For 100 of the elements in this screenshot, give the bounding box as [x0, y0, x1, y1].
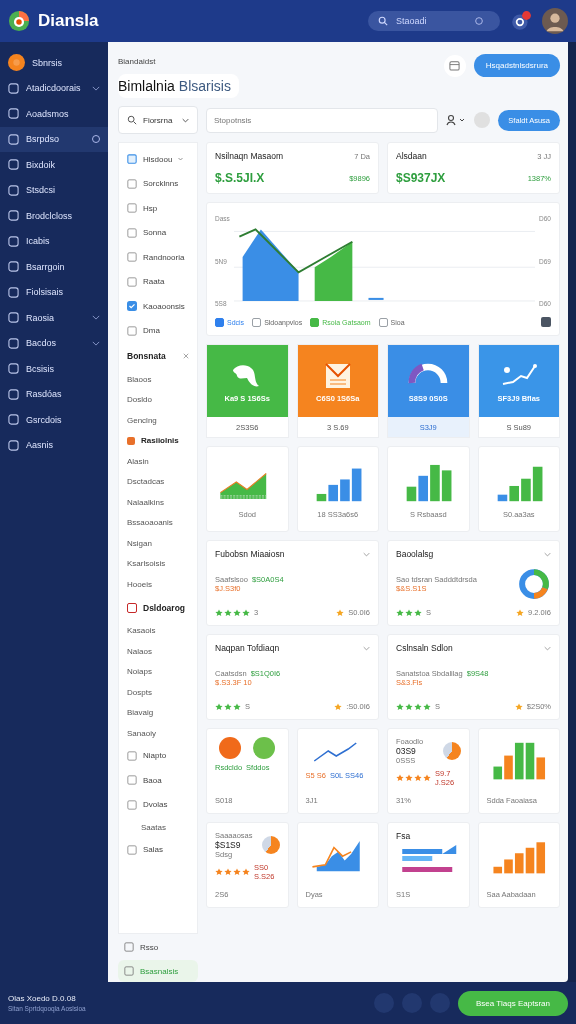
square-icon	[8, 82, 19, 94]
close-icon[interactable]	[183, 353, 189, 359]
square-icon	[8, 439, 19, 451]
nav-item[interactable]: Rsso	[118, 936, 198, 958]
widget-title: Fsa	[396, 831, 412, 841]
nav-item[interactable]: Hlsdoou	[143, 154, 173, 164]
breadcrumb[interactable]: Biandaidst	[118, 57, 156, 66]
sidebar-item[interactable]: Bixdoik	[0, 152, 108, 178]
square-icon	[8, 312, 19, 324]
square-icon	[8, 235, 19, 247]
section-header: Bonsnata	[127, 351, 167, 361]
sidebar-item[interactable]: Bsrpdso	[0, 126, 108, 152]
sidebar-item[interactable]: Gsrcdois	[0, 407, 108, 433]
chevron-down-icon[interactable]	[544, 645, 551, 651]
chevron-down-icon	[182, 117, 189, 123]
nav-item[interactable]: Dosldo	[127, 389, 189, 410]
sidebar-item[interactable]: Aoadsmos	[0, 101, 108, 127]
sidebar-item[interactable]: Aasnis	[0, 432, 108, 458]
nav-item[interactable]: Dsctadcas	[127, 471, 189, 492]
sidebar-item[interactable]: Bsarrgoin	[0, 254, 108, 280]
sidebar-item[interactable]: Sbnrsis	[0, 50, 108, 76]
title-tag: Blsarisis	[178, 78, 231, 94]
section-header: Dsldoarog	[143, 602, 187, 613]
square-icon	[8, 210, 19, 222]
square-icon	[8, 337, 19, 349]
area-series	[314, 241, 353, 301]
square-icon	[124, 966, 134, 976]
notification-icon[interactable]	[510, 10, 532, 32]
widget-value: $S1S9	[215, 840, 242, 850]
nav-item[interactable]: Bssaoaoanis	[127, 512, 189, 533]
product-title: Naqpan Tofdiaqn	[215, 643, 281, 653]
square-icon	[8, 261, 19, 273]
square-icon	[8, 286, 19, 298]
sidebar-item[interactable]: Bcsisis	[0, 356, 108, 382]
filter-dropdown[interactable]: Fiorsrna	[118, 106, 198, 134]
nav-item[interactable]: Raata	[143, 277, 165, 287]
sidebar-item[interactable]: Brodclcloss	[0, 203, 108, 229]
nav-item[interactable]: Sanaoiy	[127, 723, 189, 744]
nav-item[interactable]: Genclng	[127, 410, 189, 431]
square-icon	[127, 203, 137, 214]
caret-icon	[178, 157, 184, 162]
nav-item[interactable]: Nalaos	[127, 641, 189, 662]
nav-item[interactable]: Saatas	[127, 817, 189, 838]
nav-item[interactable]: Ksarlsoisis	[127, 553, 189, 574]
product-title: Baoolalsg	[396, 549, 435, 559]
nav-item[interactable]: Nalaalkins	[127, 492, 189, 513]
sidebar-item[interactable]: Icabis	[0, 228, 108, 254]
square-icon	[127, 602, 137, 613]
square-icon	[127, 844, 137, 855]
square-icon	[8, 414, 19, 426]
chevron-down-icon[interactable]	[363, 551, 370, 557]
search-bar[interactable]: Staoadi	[368, 11, 500, 31]
avatar-silhouette[interactable]	[542, 8, 568, 34]
person-icon[interactable]	[446, 114, 467, 126]
calendar-button[interactable]	[443, 54, 466, 77]
sidebar-item[interactable]: Atadicdoorais	[0, 75, 108, 101]
nav-item[interactable]: Salas	[143, 845, 163, 855]
nav-item[interactable]: Baoa	[143, 775, 162, 785]
chevron-down-icon	[92, 85, 100, 91]
export-icon[interactable]	[541, 317, 551, 327]
square-icon	[127, 799, 137, 810]
square-icon	[127, 178, 137, 189]
square-icon	[127, 775, 137, 786]
sidebar-item[interactable]: Rasdóas	[0, 381, 108, 407]
nav-item[interactable]: Sonna	[143, 228, 167, 238]
app-name: Diansla	[38, 11, 99, 31]
nav-item[interactable]: Dma	[143, 326, 160, 336]
nav-item[interactable]: Noiaps	[127, 661, 189, 682]
search-input[interactable]: Staoadi	[394, 15, 468, 27]
nav-item[interactable]: Kasaois	[127, 620, 189, 641]
star-icon	[336, 608, 345, 617]
search-icon	[378, 16, 388, 26]
product-title: Cslnsaln Sdlon	[396, 643, 454, 653]
nav-item[interactable]: Dospts	[127, 682, 189, 703]
check-icon	[127, 301, 137, 312]
chevron-down-icon[interactable]	[544, 551, 551, 557]
nav-item[interactable]: Hsp	[143, 203, 158, 213]
square-icon	[127, 154, 137, 165]
nav-item[interactable]: Niapto	[143, 751, 167, 761]
sidebar-item[interactable]: Fiolsisais	[0, 279, 108, 305]
sidebar-item[interactable]: Bacdos	[0, 330, 108, 356]
nav-item[interactable]: Biavaig	[127, 702, 189, 723]
square-icon	[127, 276, 137, 287]
nav-item[interactable]: Hooeis	[127, 574, 189, 595]
nav-item[interactable]: Dvolas	[143, 800, 168, 810]
pie-icon	[261, 836, 280, 854]
nav-item[interactable]: Alasin	[127, 451, 189, 472]
square-icon	[127, 750, 137, 761]
nav-item[interactable]: Blaoos	[127, 369, 189, 390]
square-icon	[8, 184, 19, 196]
nav-item[interactable]: Nsigan	[127, 533, 189, 554]
nav-item[interactable]: Rasiiolnis	[141, 436, 179, 446]
nav-item[interactable]: Randnooria	[143, 252, 185, 262]
square-icon	[8, 363, 19, 375]
sidebar-item[interactable]: Raosia	[0, 305, 108, 331]
nav-item[interactable]: Kaoaoonsis	[143, 301, 185, 311]
sidebar-item[interactable]: Stsdcsi	[0, 177, 108, 203]
nav-item[interactable]: Sorcklnns	[143, 179, 179, 189]
search-field[interactable]: Stopotnsis	[206, 107, 439, 133]
chevron-down-icon[interactable]	[363, 645, 370, 651]
